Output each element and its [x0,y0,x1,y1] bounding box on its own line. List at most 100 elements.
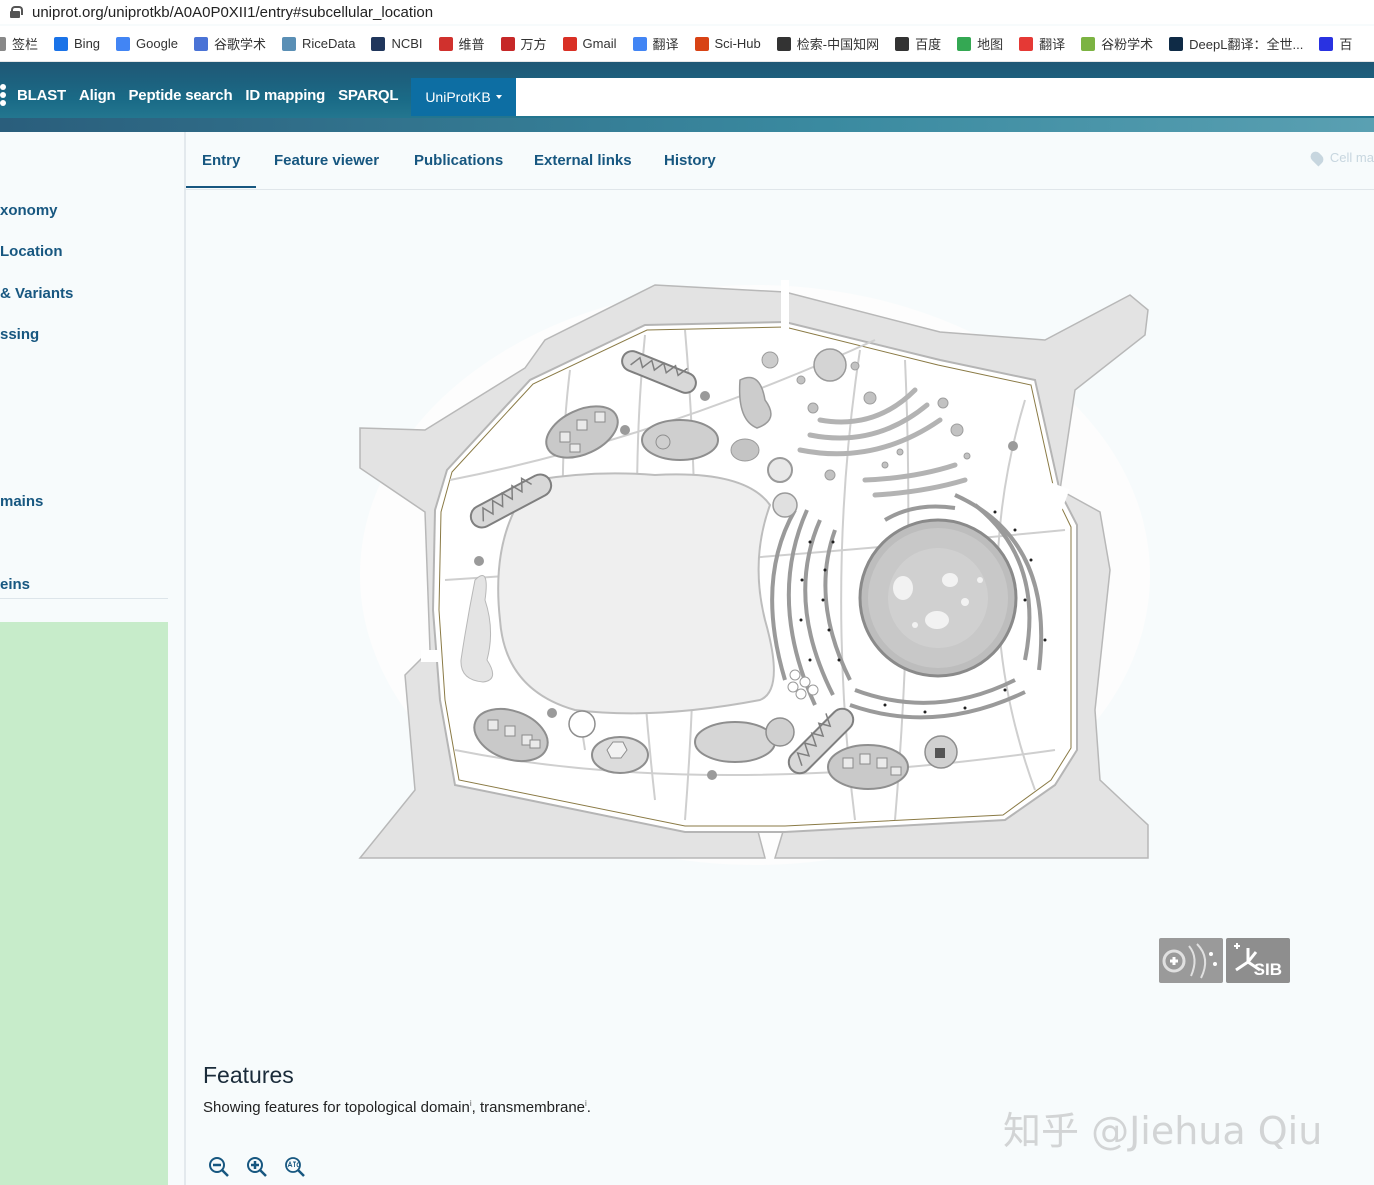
bookmark-item[interactable]: 检索-中国知网 [776,34,880,53]
bookmark-item[interactable]: 地图 [957,34,1003,53]
bookmark-item[interactable]: RiceData [281,36,356,51]
watermark-text: 知乎 @Jiehua Qiu [1003,1109,1323,1153]
tab-entry[interactable]: Entry [186,152,257,188]
bookmark-label: Gmail [582,36,617,51]
ricedata-icon [281,36,296,51]
url-text[interactable]: uniprot.org/uniprotkb/A0A0P0XII1/entry#s… [32,4,433,21]
feature-toolbar [207,1155,321,1179]
deepl-icon [1169,36,1184,51]
nav-band [0,118,1374,132]
bookmark-item[interactable]: Bing [54,36,100,51]
menu-dots-icon[interactable] [0,84,6,106]
tab-feature-viewer[interactable]: Feature viewer [274,152,379,169]
cell-map-link[interactable]: Cell ma [1308,149,1374,166]
ncbi-icon [371,36,386,51]
bookmark-item[interactable]: Google [116,36,178,51]
bookmark-label: Bing [74,36,101,51]
bookmark-item[interactable]: 万方 [500,34,547,53]
bookmark-item[interactable]: 维普 [438,34,485,53]
features-desc-suffix: . [586,1099,591,1116]
chloroplast-icon [827,744,909,790]
bookmark-label: 百 [1339,37,1353,52]
zoom-out-icon[interactable] [207,1155,231,1179]
bookmark-item[interactable]: DeepL翻译：全世... [1169,34,1303,53]
sidebar-item[interactable]: eins [0,576,30,593]
bookmark-label: Google [136,36,178,51]
gmail-icon [562,36,577,51]
plastid-icon [694,721,776,763]
nav-link-sparql[interactable]: SPARQL [338,87,398,104]
bookmark-item[interactable]: 翻译 [632,34,679,53]
bookmark-item[interactable]: 谷粉学术 [1081,34,1153,53]
folder-icon [0,36,6,51]
sidebar-item[interactable]: xonomy [0,202,58,219]
sidebar-item[interactable]: & Variants [0,285,73,302]
nav-link-peptide-search[interactable]: Peptide search [129,87,233,104]
vacuole-icon [497,472,775,715]
cell-map-label: Cell ma [1329,150,1374,165]
maps-icon [957,36,972,51]
zoom-in-icon[interactable] [245,1155,269,1179]
globe-icon [895,36,910,51]
sidebar-item[interactable]: Location [0,243,63,260]
peroxisome-icon [641,419,719,461]
tab-external-links[interactable]: External links [534,152,632,169]
bookmark-item[interactable]: Sci-Hub [694,36,761,51]
caret-down-icon [495,95,502,99]
bookmark-label: Sci-Hub [714,36,761,51]
bookmark-item[interactable]: NCBI [371,36,423,51]
scholar-icon [193,36,208,51]
sequence-zoom-icon[interactable] [283,1155,307,1179]
cnki-icon [776,36,791,51]
scihub-icon [694,36,709,51]
sib-logo[interactable]: SIB [1226,938,1290,983]
search-input[interactable] [516,78,1374,116]
tab-publications[interactable]: Publications [414,152,503,169]
bookmark-label: 翻译 [652,37,679,52]
nav-links: BLAST Align Peptide search ID mapping SPARQL [0,84,411,106]
bookmark-label: 签栏 [12,37,39,52]
bookmark-label: 万方 [520,37,547,52]
features-desc-prefix: Showing features for topological domain [203,1099,470,1116]
bookmarks-bar: 签栏 Bing Google 谷歌学术 RiceData NCBI 维普 万方 Gmail 翻译 S… [0,26,1374,62]
entry-tabs: Cell ma Entry Feature viewer Publications E… [186,132,1374,190]
bookmark-label: 谷歌学术 [213,37,266,52]
bookmark-item[interactable]: 谷歌学术 [193,34,266,53]
nav-link-id-mapping[interactable]: ID mapping [245,87,325,104]
features-description: Showing features for topological domaini… [203,1099,591,1116]
bookmark-item[interactable]: 百度 [895,34,941,53]
subcellular-location-cell-image [355,280,1155,870]
dataset-dropdown-button[interactable]: UniProtKB [411,78,516,116]
wanfang-icon [500,36,515,51]
sidebar-item[interactable]: mains [0,493,43,510]
weipu-icon [438,36,453,51]
youdao-icon [1019,36,1034,51]
features-desc-middle: , transmembrane [471,1099,586,1116]
lock-icon [10,6,23,18]
dataset-label: UniProtKB [425,89,491,105]
translate-icon [632,36,647,51]
swissbioPics-logo[interactable] [1159,938,1223,983]
bookmark-item[interactable]: 百 [1319,34,1352,53]
plant-cell-svg [358,280,1150,865]
nav-link-align[interactable]: Align [79,87,116,104]
bookmark-label: RiceData [301,36,356,51]
bookmark-label: NCBI [391,36,423,51]
bookmark-label: DeepL翻译：全世... [1189,37,1304,52]
bookmark-item[interactable]: 签栏 [0,34,38,53]
google-icon [116,36,131,51]
features-heading: Features [203,1062,294,1088]
address-bar[interactable]: uniprot.org/uniprotkb/A0A0P0XII1/entry#s… [0,0,1374,24]
bookmark-label: 地图 [977,37,1004,52]
sidebar-item[interactable]: ssing [0,326,39,343]
bookmark-item[interactable]: 翻译 [1019,34,1065,53]
baidu-icon [1319,36,1334,51]
nav-link-blast[interactable]: BLAST [17,87,66,104]
sidebar-green-panel [0,622,168,1185]
bookmark-item[interactable]: Gmail [562,36,617,51]
map-pin-icon [1308,149,1326,166]
tab-history[interactable]: History [664,152,716,169]
search-icon [54,36,69,51]
sidebar-divider [0,598,168,599]
bookmark-label: 检索-中国知网 [796,37,880,52]
